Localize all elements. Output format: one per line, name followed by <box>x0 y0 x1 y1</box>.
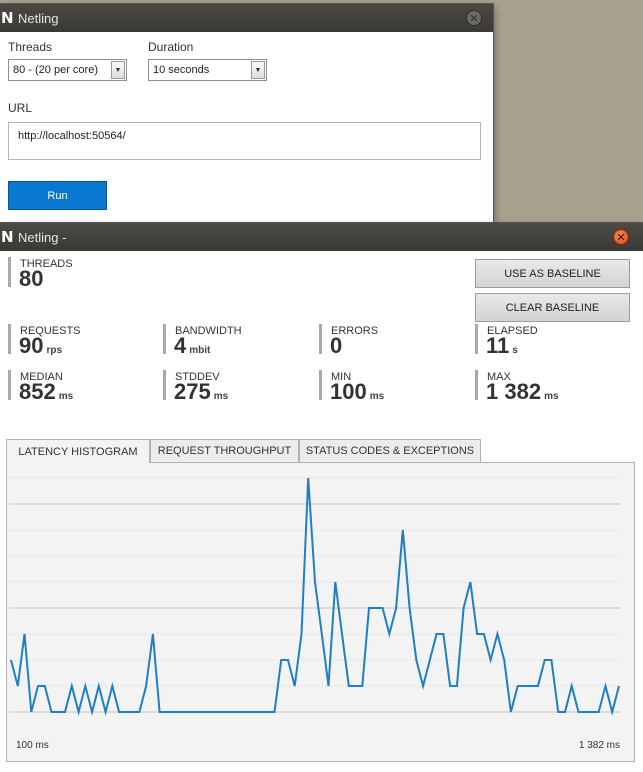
stat-marker <box>8 324 11 354</box>
stat-stddev-value: 275 <box>174 379 211 404</box>
clear-baseline-label: CLEAR BASELINE <box>505 301 600 314</box>
setup-window-title: Netling <box>18 11 59 26</box>
threads-label: Threads <box>8 40 53 54</box>
stat-marker <box>163 370 166 400</box>
stat-marker <box>319 324 322 354</box>
tab-label: STATUS CODES & EXCEPTIONS <box>305 445 475 457</box>
stat-threads-value: 80 <box>19 266 44 291</box>
threads-select[interactable]: 80 - (20 per core) ▼ <box>8 59 127 81</box>
netling-app-icon: N <box>1 228 14 246</box>
results-window-title: Netling - <box>18 230 67 245</box>
stat-marker <box>319 370 322 400</box>
x-axis-start-label: 100 ms <box>16 740 49 751</box>
stat-requests-value: 90 <box>19 333 44 358</box>
stat-elapsed-value: 11 <box>486 333 510 358</box>
tab-status-codes-exceptions[interactable]: STATUS CODES & EXCEPTIONS <box>299 439 481 462</box>
stat-marker <box>8 257 11 287</box>
tab-request-throughput[interactable]: REQUEST THROUGHPUT <box>150 439 299 462</box>
latency-histogram-chart: 100 ms 1 382 ms <box>9 466 628 756</box>
setup-window: N Netling ✕ Threads 80 - (20 per core) ▼… <box>0 4 493 222</box>
stat-stddev-unit: ms <box>213 391 229 402</box>
duration-select-value: 10 seconds <box>153 64 210 76</box>
setup-titlebar: N Netling ✕ <box>0 4 493 32</box>
stat-marker <box>163 324 166 354</box>
tab-latency-histogram[interactable]: LATENCY HISTOGRAM <box>6 439 150 463</box>
url-input-value: http://localhost:50564/ <box>18 130 126 142</box>
stat-marker <box>8 370 11 400</box>
latency-chart-svg <box>9 477 621 716</box>
duration-select[interactable]: 10 seconds ▼ <box>148 59 267 81</box>
stat-median-value: 852 <box>19 379 56 404</box>
duration-label: Duration <box>148 40 194 54</box>
stat-requests-unit: rps <box>46 345 63 356</box>
stat-elapsed-unit: s <box>512 345 518 356</box>
stat-errors-value: 0 <box>330 333 343 358</box>
stat-min-unit: ms <box>369 391 385 402</box>
close-icon[interactable]: ✕ <box>466 10 482 26</box>
stat-bandwidth-value: 4 <box>174 333 187 358</box>
run-button[interactable]: Run <box>8 181 107 210</box>
netling-app-icon: N <box>1 9 14 27</box>
stat-min-value: 100 <box>330 379 367 404</box>
x-axis-end-label: 1 382 ms <box>578 740 620 751</box>
chevron-down-icon[interactable]: ▼ <box>111 61 125 79</box>
clear-baseline-button[interactable]: CLEAR BASELINE <box>475 293 630 322</box>
stat-max-unit: ms <box>544 391 559 402</box>
use-as-baseline-label: USE AS BASELINE <box>504 267 601 280</box>
stat-max-value: 1 382 <box>486 379 542 404</box>
results-window: N Netling - ✕ THREADS 80 USE AS BASELINE… <box>0 223 643 772</box>
tab-label: REQUEST THROUGHPUT <box>157 445 292 457</box>
chevron-down-icon[interactable]: ▼ <box>251 61 265 79</box>
url-label: URL <box>8 101 33 115</box>
latency-series-line <box>10 477 620 716</box>
tab-label: LATENCY HISTOGRAM <box>18 445 138 458</box>
close-icon[interactable]: ✕ <box>613 229 629 245</box>
run-button-label: Run <box>47 189 68 202</box>
stat-bandwidth-unit: mbit <box>189 345 211 356</box>
url-input[interactable]: http://localhost:50564/ <box>8 122 481 160</box>
use-as-baseline-button[interactable]: USE AS BASELINE <box>475 259 630 288</box>
stat-median-unit: ms <box>58 391 74 402</box>
stat-marker <box>475 324 478 354</box>
stat-marker <box>475 370 478 400</box>
threads-select-value: 80 - (20 per core) <box>13 64 98 76</box>
results-titlebar: N Netling - ✕ <box>0 223 643 251</box>
